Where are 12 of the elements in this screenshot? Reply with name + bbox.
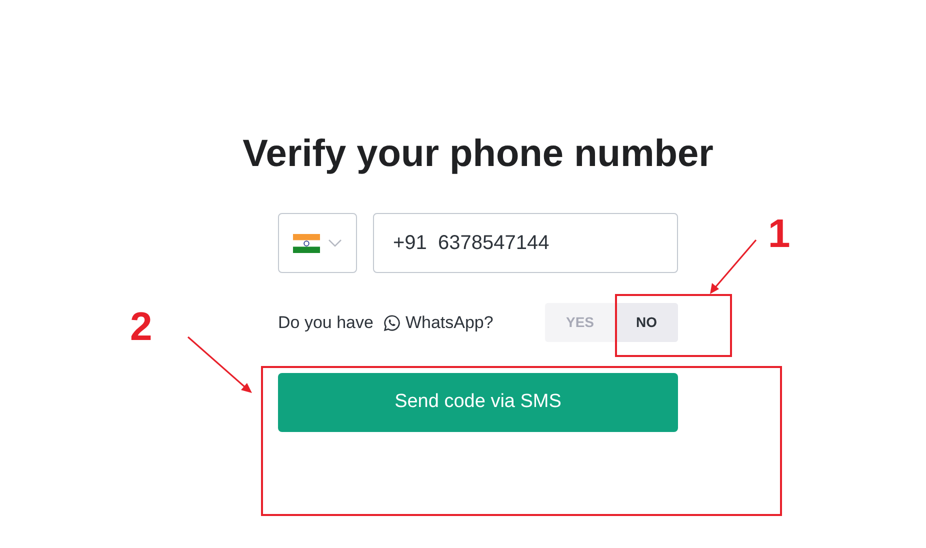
toggle-option[interactable]: NO — [615, 303, 678, 342]
whatsapp-question: Do you have — [278, 312, 374, 334]
phone-field[interactable]: +91 6378547144 — [373, 213, 678, 273]
flag-icon — [293, 234, 320, 252]
page-title: Verify your phone number — [242, 132, 714, 176]
country-select[interactable] — [278, 213, 357, 273]
annotation-number: 1 — [768, 211, 790, 258]
whatsapp-icon — [383, 314, 402, 332]
chevron-down-icon — [328, 239, 342, 247]
whatsapp-label: WhatsApp? — [405, 312, 494, 334]
annotation-number: 2 — [130, 304, 152, 351]
annotation-arrow — [186, 335, 254, 395]
